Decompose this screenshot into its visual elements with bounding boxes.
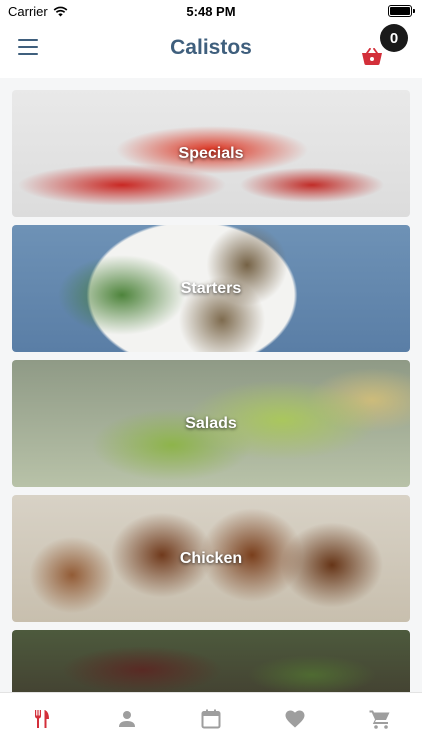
tab-profile[interactable] <box>97 699 157 739</box>
fork-knife-icon <box>35 709 50 728</box>
category-card-chicken[interactable]: Chicken <box>12 495 410 622</box>
person-icon <box>118 710 135 727</box>
nav-bar: Calistos 0 <box>0 22 422 78</box>
clock: 5:48 PM <box>186 4 236 19</box>
tab-bar <box>0 692 422 750</box>
status-bar: Carrier 5:48 PM <box>0 0 422 22</box>
category-label: Starters <box>180 279 242 297</box>
category-card-starters[interactable]: Starters <box>12 225 410 352</box>
tab-reservations[interactable] <box>181 699 241 739</box>
heart-icon <box>285 710 305 727</box>
category-card-partial[interactable] <box>12 630 410 692</box>
calendar-icon <box>201 709 221 728</box>
category-image <box>12 630 410 692</box>
cart-button[interactable]: 0 <box>356 24 408 72</box>
cart-icon <box>369 710 390 729</box>
category-label: Chicken <box>179 549 243 567</box>
category-label: Specials <box>178 144 244 162</box>
battery-icon <box>388 5 415 17</box>
category-card-specials[interactable]: Specials <box>12 90 410 217</box>
category-card-salads[interactable]: Salads <box>12 360 410 487</box>
basket-icon <box>362 48 382 65</box>
category-label: Salads <box>185 414 237 432</box>
cart-count-badge: 0 <box>380 24 408 52</box>
tab-menu[interactable] <box>12 699 72 739</box>
tab-cart[interactable] <box>350 699 410 739</box>
category-list: Specials Starters Salads Chicken <box>0 78 422 692</box>
tab-favorites[interactable] <box>265 699 325 739</box>
